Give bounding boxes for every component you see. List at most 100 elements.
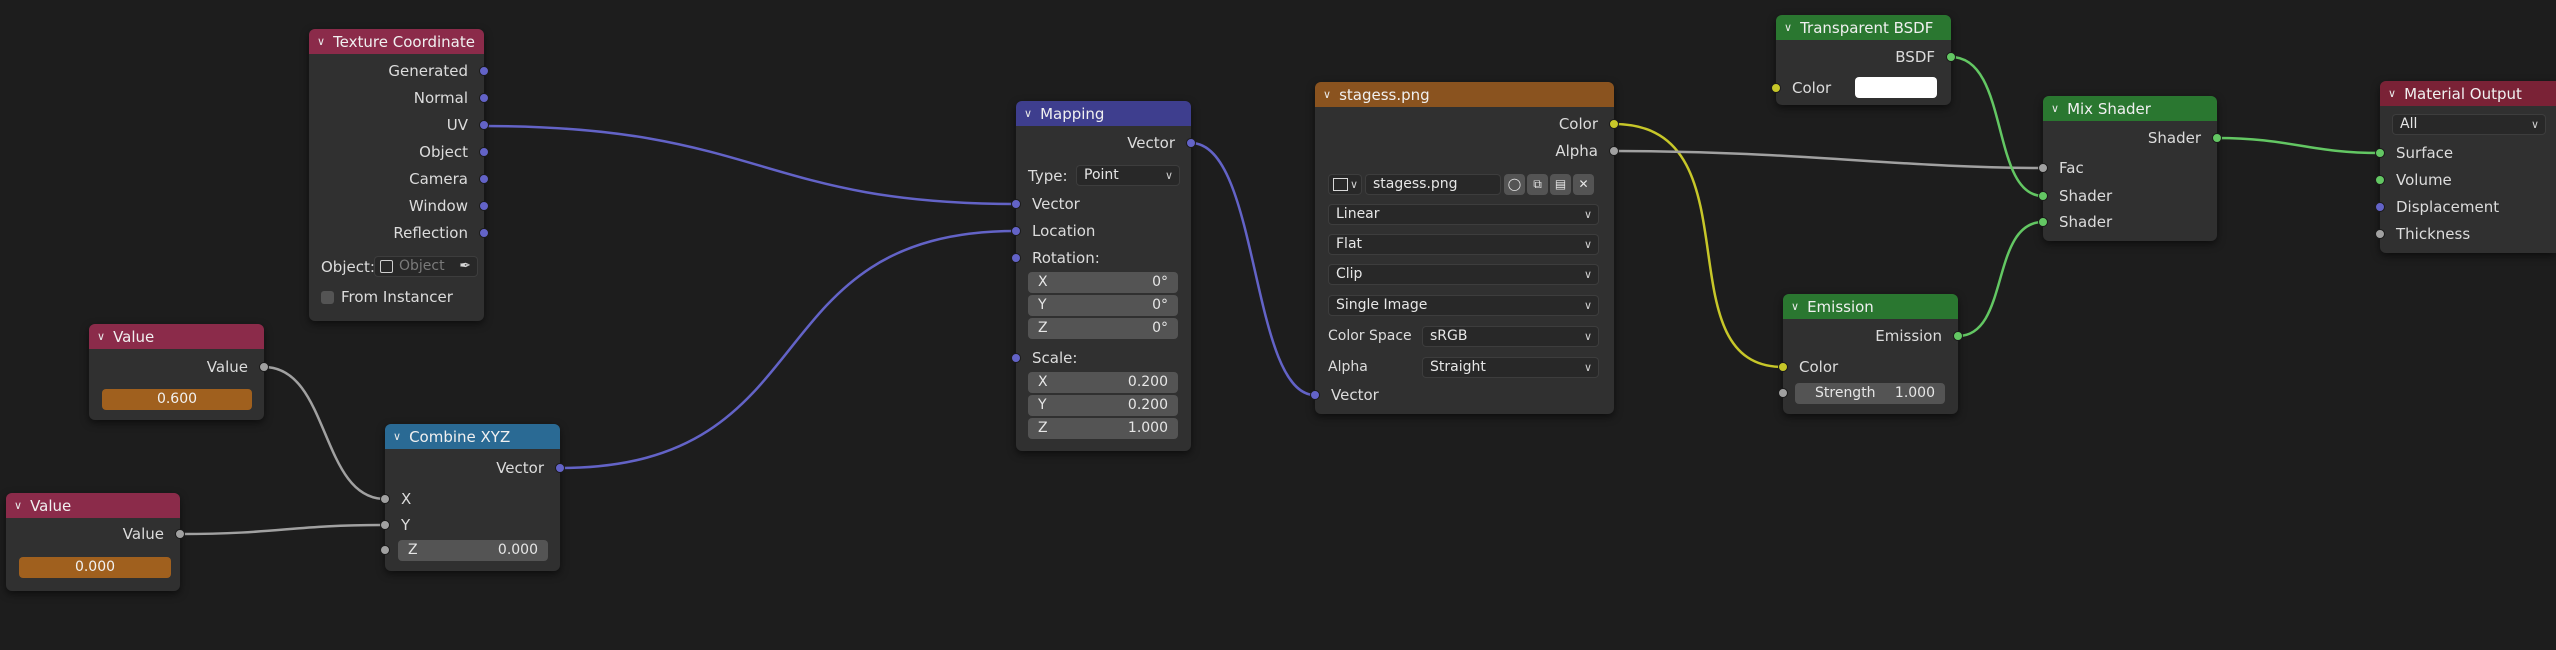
collapse-chevron-icon[interactable]: ∨ bbox=[97, 330, 105, 343]
collapse-chevron-icon[interactable]: ∨ bbox=[393, 430, 401, 443]
node-combine-xyz[interactable]: ∨ Combine XYZ Vector X Y Z 0.000 bbox=[380, 424, 565, 571]
rotation-y-field[interactable]: Y 0° bbox=[1028, 295, 1178, 316]
socket-value[interactable] bbox=[175, 529, 185, 539]
collapse-chevron-icon[interactable]: ∨ bbox=[1791, 300, 1799, 313]
type-dropdown[interactable]: Point ∨ bbox=[1076, 165, 1180, 186]
socket-rotation[interactable] bbox=[1011, 253, 1021, 263]
extension-dropdown[interactable]: Clip ∨ bbox=[1328, 264, 1599, 285]
duplicate-icon[interactable]: ⧉ bbox=[1527, 174, 1548, 195]
source-dropdown[interactable]: Single Image ∨ bbox=[1328, 295, 1599, 316]
socket-bsdf-out[interactable] bbox=[1946, 52, 1956, 62]
socket-location[interactable] bbox=[1011, 226, 1021, 236]
link-value1-to-combine-x[interactable] bbox=[263, 365, 386, 501]
socket-shader-out[interactable] bbox=[2212, 133, 2222, 143]
close-icon[interactable]: ✕ bbox=[1573, 174, 1594, 195]
socket-normal[interactable] bbox=[479, 93, 489, 103]
socket-surface[interactable] bbox=[2375, 148, 2385, 158]
link-mix-to-output-surface[interactable] bbox=[2216, 136, 2381, 155]
node-mapping[interactable]: ∨ Mapping Vector Type: Point ∨ Vector Lo… bbox=[1011, 101, 1196, 451]
socket-vector-out[interactable] bbox=[555, 463, 565, 473]
node-value-1[interactable]: ∨ Value Value 0.600 bbox=[89, 324, 269, 420]
link-combine-to-mapping-location[interactable] bbox=[559, 229, 1017, 470]
interpolation-dropdown[interactable]: Linear ∨ bbox=[1328, 204, 1599, 225]
z-field[interactable]: Z 0.000 bbox=[398, 540, 548, 561]
socket-strength[interactable] bbox=[1778, 388, 1788, 398]
node-header[interactable]: ∨ Value bbox=[89, 324, 264, 349]
node-header[interactable]: ∨ Material Output bbox=[2380, 81, 2556, 106]
socket-y[interactable] bbox=[380, 520, 390, 530]
value-field[interactable]: 0.600 bbox=[102, 389, 252, 410]
color-swatch[interactable] bbox=[1855, 77, 1937, 98]
socket-camera[interactable] bbox=[479, 174, 489, 184]
projection-dropdown[interactable]: Flat ∨ bbox=[1328, 234, 1599, 255]
node-header[interactable]: ∨ Transparent BSDF bbox=[1776, 15, 1951, 40]
socket-fac[interactable] bbox=[2038, 163, 2048, 173]
collapse-chevron-icon[interactable]: ∨ bbox=[1024, 107, 1032, 120]
socket-generated[interactable] bbox=[479, 66, 489, 76]
image-browse-dropdown[interactable]: ∨ bbox=[1328, 174, 1362, 195]
scale-y-field[interactable]: Y 0.200 bbox=[1028, 395, 1178, 416]
socket-volume[interactable] bbox=[2375, 175, 2385, 185]
socket-alpha-out[interactable] bbox=[1609, 146, 1619, 156]
link-transparent-to-mix-shader1[interactable] bbox=[1950, 55, 2044, 198]
from-instancer-checkbox[interactable] bbox=[321, 291, 334, 304]
strength-field[interactable]: Strength 1.000 bbox=[1795, 383, 1945, 404]
object-picker[interactable]: Object ✒ bbox=[374, 256, 478, 277]
node-texture-coordinate[interactable]: ∨ Texture Coordinate Generated Normal UV… bbox=[309, 29, 489, 321]
scale-z-field[interactable]: Z 1.000 bbox=[1028, 418, 1178, 439]
node-header[interactable]: ∨ stagess.png bbox=[1315, 82, 1614, 107]
target-dropdown[interactable]: All ∨ bbox=[2392, 114, 2546, 135]
socket-emission-out[interactable] bbox=[1953, 331, 1963, 341]
node-header[interactable]: ∨ Texture Coordinate bbox=[309, 29, 484, 54]
alpha-mode-dropdown[interactable]: Straight ∨ bbox=[1422, 357, 1599, 378]
socket-value[interactable] bbox=[259, 362, 269, 372]
socket-color-in[interactable] bbox=[1771, 83, 1781, 93]
value-field[interactable]: 0.000 bbox=[19, 557, 171, 578]
collapse-chevron-icon[interactable]: ∨ bbox=[2051, 102, 2059, 115]
socket-z[interactable] bbox=[380, 545, 390, 555]
node-header[interactable]: ∨ Value bbox=[6, 493, 180, 518]
socket-shader-2[interactable] bbox=[2038, 217, 2048, 227]
node-header[interactable]: ∨ Mapping bbox=[1016, 101, 1191, 126]
socket-vector-out[interactable] bbox=[1186, 138, 1196, 148]
collapse-chevron-icon[interactable]: ∨ bbox=[1323, 88, 1331, 101]
node-value-2[interactable]: ∨ Value Value 0.000 bbox=[6, 493, 185, 591]
link-uv-to-mapping-vector[interactable] bbox=[483, 124, 1017, 206]
link-image-color-to-emission[interactable] bbox=[1613, 122, 1784, 369]
link-value2-to-combine-y[interactable] bbox=[179, 523, 386, 536]
node-image-texture[interactable]: ∨ stagess.png Color Alpha ∨ stagess.png … bbox=[1310, 82, 1619, 414]
link-image-alpha-to-mix-fac[interactable] bbox=[1613, 149, 2044, 170]
rotation-z-field[interactable]: Z 0° bbox=[1028, 318, 1178, 339]
node-transparent-bsdf[interactable]: ∨ Transparent BSDF BSDF Color bbox=[1771, 15, 1956, 105]
socket-uv[interactable] bbox=[479, 120, 489, 130]
socket-x[interactable] bbox=[380, 494, 390, 504]
node-header[interactable]: ∨ Mix Shader bbox=[2043, 96, 2217, 121]
socket-displacement[interactable] bbox=[2375, 202, 2385, 212]
collapse-chevron-icon[interactable]: ∨ bbox=[2388, 87, 2396, 100]
socket-scale[interactable] bbox=[1011, 353, 1021, 363]
rotation-x-field[interactable]: X 0° bbox=[1028, 272, 1178, 293]
node-emission[interactable]: ∨ Emission Emission Color Strength 1.000 bbox=[1778, 294, 1963, 414]
image-filename-field[interactable]: stagess.png bbox=[1365, 174, 1501, 195]
node-material-output[interactable]: ∨ Material Output All ∨ Surface Volume D… bbox=[2375, 81, 2556, 253]
link-mapping-to-image-vector[interactable] bbox=[1190, 141, 1316, 397]
node-mix-shader[interactable]: ∨ Mix Shader Shader Fac Shader Shader bbox=[2038, 96, 2222, 241]
socket-vector-in[interactable] bbox=[1011, 199, 1021, 209]
collapse-chevron-icon[interactable]: ∨ bbox=[1784, 21, 1792, 34]
socket-color-out[interactable] bbox=[1609, 119, 1619, 129]
socket-window[interactable] bbox=[479, 201, 489, 211]
collapse-chevron-icon[interactable]: ∨ bbox=[317, 35, 325, 48]
fake-user-shield-icon[interactable]: ◯ bbox=[1504, 174, 1525, 195]
node-header[interactable]: ∨ Combine XYZ bbox=[385, 424, 560, 449]
socket-shader-1[interactable] bbox=[2038, 191, 2048, 201]
link-emission-to-mix-shader2[interactable] bbox=[1957, 220, 2044, 338]
socket-reflection[interactable] bbox=[479, 228, 489, 238]
scale-x-field[interactable]: X 0.200 bbox=[1028, 372, 1178, 393]
folder-icon[interactable]: ▤ bbox=[1550, 174, 1571, 195]
node-header[interactable]: ∨ Emission bbox=[1783, 294, 1958, 319]
collapse-chevron-icon[interactable]: ∨ bbox=[14, 499, 22, 512]
socket-color-in[interactable] bbox=[1778, 362, 1788, 372]
eyedropper-icon[interactable]: ✒ bbox=[459, 257, 471, 276]
color-space-dropdown[interactable]: sRGB ∨ bbox=[1422, 326, 1599, 347]
socket-thickness[interactable] bbox=[2375, 229, 2385, 239]
